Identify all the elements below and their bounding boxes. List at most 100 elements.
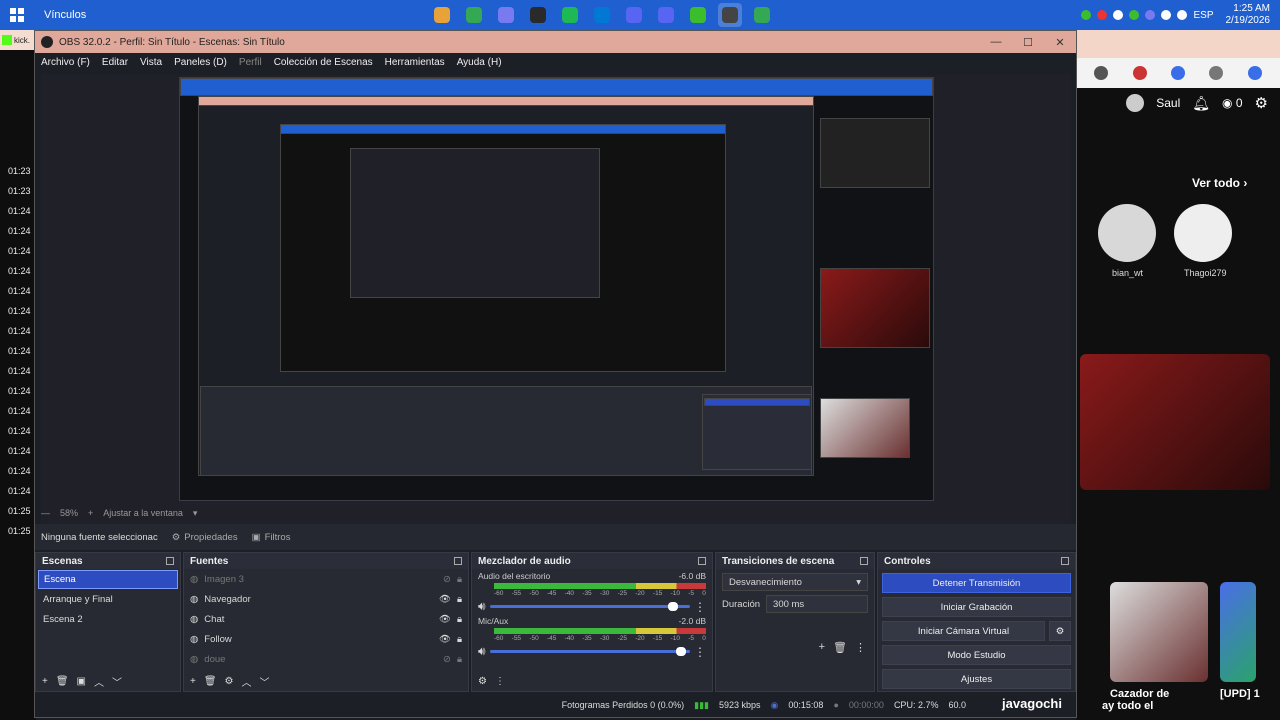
eye-off-icon[interactable]: ⊘ bbox=[443, 654, 451, 665]
minimize-icon[interactable]: — bbox=[980, 31, 1012, 53]
lock-icon[interactable]: 🔒︎ bbox=[457, 614, 462, 625]
transition-select[interactable]: Desvanecimiento ▾ bbox=[722, 573, 868, 591]
taskbar-app-icon[interactable] bbox=[718, 3, 742, 27]
menu-item[interactable]: Vista bbox=[140, 57, 162, 68]
eye-icon[interactable]: 👁︎ bbox=[439, 614, 451, 625]
game-thumbnail[interactable] bbox=[1220, 582, 1256, 682]
taskbar-app-icon[interactable] bbox=[462, 3, 486, 27]
source-item[interactable]: ◍ Navegador 👁︎ 🔒︎ bbox=[184, 589, 468, 609]
undock-icon[interactable] bbox=[454, 557, 462, 565]
menu-item[interactable]: Archivo (F) bbox=[41, 57, 90, 68]
filters-button[interactable]: ▣ Filtros bbox=[252, 532, 291, 543]
maximize-icon[interactable]: ☐ bbox=[1012, 31, 1044, 53]
game-title[interactable]: Cazador de bbox=[1110, 688, 1169, 700]
taskbar-app-icon[interactable] bbox=[590, 3, 614, 27]
zoom-out-icon[interactable]: — bbox=[41, 508, 50, 518]
windows-start-icon[interactable] bbox=[0, 8, 34, 22]
scene-item[interactable]: Arranque y Final bbox=[38, 590, 178, 609]
fit-to-window[interactable]: Ajustar a la ventana bbox=[103, 508, 183, 518]
scene-item[interactable]: Escena bbox=[38, 570, 178, 589]
add-icon[interactable]: + bbox=[42, 676, 48, 687]
taskbar-app-icon[interactable] bbox=[430, 3, 454, 27]
volume-knob[interactable] bbox=[667, 602, 678, 611]
game-title[interactable]: [UPD] 1 bbox=[1220, 688, 1260, 700]
wifi-icon[interactable] bbox=[1161, 10, 1172, 20]
follower-name[interactable]: Thagoi279 bbox=[1184, 268, 1227, 278]
tray-app-icon[interactable] bbox=[1129, 10, 1140, 20]
more-options-icon[interactable]: ⋮ bbox=[694, 645, 706, 659]
source-item[interactable]: ◍ Imagen 3 ⊘ 🔒︎ bbox=[184, 569, 468, 589]
trash-icon[interactable]: 🗑︎ bbox=[833, 641, 847, 654]
taskbar-links-label[interactable]: Vínculos bbox=[44, 9, 86, 21]
volume-slider[interactable] bbox=[489, 602, 690, 611]
settings-button[interactable]: Ajustes bbox=[882, 669, 1071, 689]
move-up-icon[interactable]: ︿ bbox=[242, 674, 252, 689]
extension-icon[interactable] bbox=[1132, 66, 1147, 80]
taskbar-app-icon[interactable] bbox=[654, 3, 678, 27]
trash-icon[interactable]: 🗑︎ bbox=[56, 676, 69, 687]
menu-item[interactable]: Ayuda (H) bbox=[457, 57, 502, 68]
undock-icon[interactable] bbox=[860, 557, 868, 565]
gear-icon[interactable]: ⚙ bbox=[1255, 94, 1268, 112]
tray-app-icon[interactable] bbox=[1081, 10, 1092, 20]
tray-app-icon[interactable] bbox=[1113, 10, 1124, 20]
eye-off-icon[interactable]: ⊘ bbox=[443, 574, 451, 585]
preview-canvas[interactable] bbox=[179, 77, 934, 501]
volume-knob[interactable] bbox=[675, 647, 686, 656]
follower-avatar[interactable] bbox=[1174, 204, 1232, 262]
stream-thumbnail[interactable] bbox=[1080, 354, 1270, 490]
add-icon[interactable]: + bbox=[819, 641, 825, 654]
duration-input[interactable]: 300 ms bbox=[766, 595, 868, 613]
advanced-audio-icon[interactable]: ⚙ bbox=[478, 676, 487, 687]
bell-icon[interactable]: 🔔︎ bbox=[1192, 95, 1210, 112]
kick-tab[interactable]: kick. bbox=[0, 30, 36, 50]
more-options-icon[interactable]: ⋮ bbox=[694, 600, 706, 614]
gear-icon[interactable]: ⚙ bbox=[225, 676, 234, 687]
chevron-down-icon[interactable]: ▾ bbox=[193, 508, 198, 519]
taskbar-app-icon[interactable] bbox=[526, 3, 550, 27]
add-icon[interactable]: + bbox=[190, 676, 196, 687]
bookmark-star-icon[interactable] bbox=[1094, 66, 1109, 80]
language-indicator[interactable]: ESP bbox=[1193, 10, 1213, 21]
start-recording-button[interactable]: Iniciar Grabación bbox=[882, 597, 1071, 617]
more-options-icon[interactable]: ⋮ bbox=[855, 641, 866, 654]
follower-avatar[interactable] bbox=[1098, 204, 1156, 262]
menu-item[interactable]: Paneles (D) bbox=[174, 57, 227, 68]
taskbar-app-icon[interactable] bbox=[622, 3, 646, 27]
scene-item[interactable]: Escena 2 bbox=[38, 610, 178, 629]
close-icon[interactable]: ✕ bbox=[1044, 31, 1076, 53]
speaker-icon[interactable]: 🔊︎ bbox=[478, 644, 486, 659]
user-name[interactable]: Saul bbox=[1156, 96, 1180, 110]
more-options-icon[interactable]: ⋮ bbox=[495, 676, 505, 687]
user-avatar[interactable] bbox=[1126, 94, 1145, 112]
source-item[interactable]: ◍ Follow 👁︎ 🔒︎ bbox=[184, 629, 468, 649]
tray-app-icon[interactable] bbox=[1097, 10, 1108, 20]
filter-icon[interactable]: ▣ bbox=[77, 676, 86, 687]
lock-icon[interactable]: 🔒︎ bbox=[457, 574, 462, 585]
stop-streaming-button[interactable]: Detener Transmisión bbox=[882, 573, 1071, 593]
undock-icon[interactable] bbox=[166, 557, 174, 565]
taskbar-clock[interactable]: 1:25 AM 2/19/2026 bbox=[1226, 3, 1271, 27]
game-thumbnail[interactable] bbox=[1110, 582, 1208, 682]
see-all-link[interactable]: Ver todo › bbox=[1192, 176, 1247, 190]
zoom-in-icon[interactable]: + bbox=[88, 508, 93, 518]
extensions-icon[interactable] bbox=[1209, 66, 1224, 80]
taskbar-app-icon[interactable] bbox=[558, 3, 582, 27]
start-virtual-camera-button[interactable]: Iniciar Cámara Virtual bbox=[882, 621, 1045, 641]
taskbar-app-icon[interactable] bbox=[494, 3, 518, 27]
menu-item[interactable]: Perfil bbox=[239, 57, 262, 68]
lock-icon[interactable]: 🔒︎ bbox=[457, 654, 462, 665]
profile-icon[interactable] bbox=[1247, 66, 1262, 80]
follower-name[interactable]: bian_wt bbox=[1112, 268, 1143, 278]
properties-button[interactable]: ⚙ Propiedades bbox=[172, 532, 238, 543]
volume-slider[interactable] bbox=[489, 647, 690, 656]
move-down-icon[interactable]: ﹀ bbox=[112, 674, 122, 689]
source-item[interactable]: ◍ Chat 👁︎ 🔒︎ bbox=[184, 609, 468, 629]
extension-icon[interactable] bbox=[1170, 66, 1185, 80]
source-item[interactable]: ◍ doue ⊘ 🔒︎ bbox=[184, 649, 468, 669]
virtual-camera-settings-icon[interactable]: ⚙ bbox=[1049, 621, 1071, 641]
eye-icon[interactable]: 👁︎ bbox=[439, 594, 451, 605]
volume-icon[interactable] bbox=[1177, 10, 1188, 20]
taskbar-app-icon[interactable] bbox=[686, 3, 710, 27]
studio-mode-button[interactable]: Modo Estudio bbox=[882, 645, 1071, 665]
